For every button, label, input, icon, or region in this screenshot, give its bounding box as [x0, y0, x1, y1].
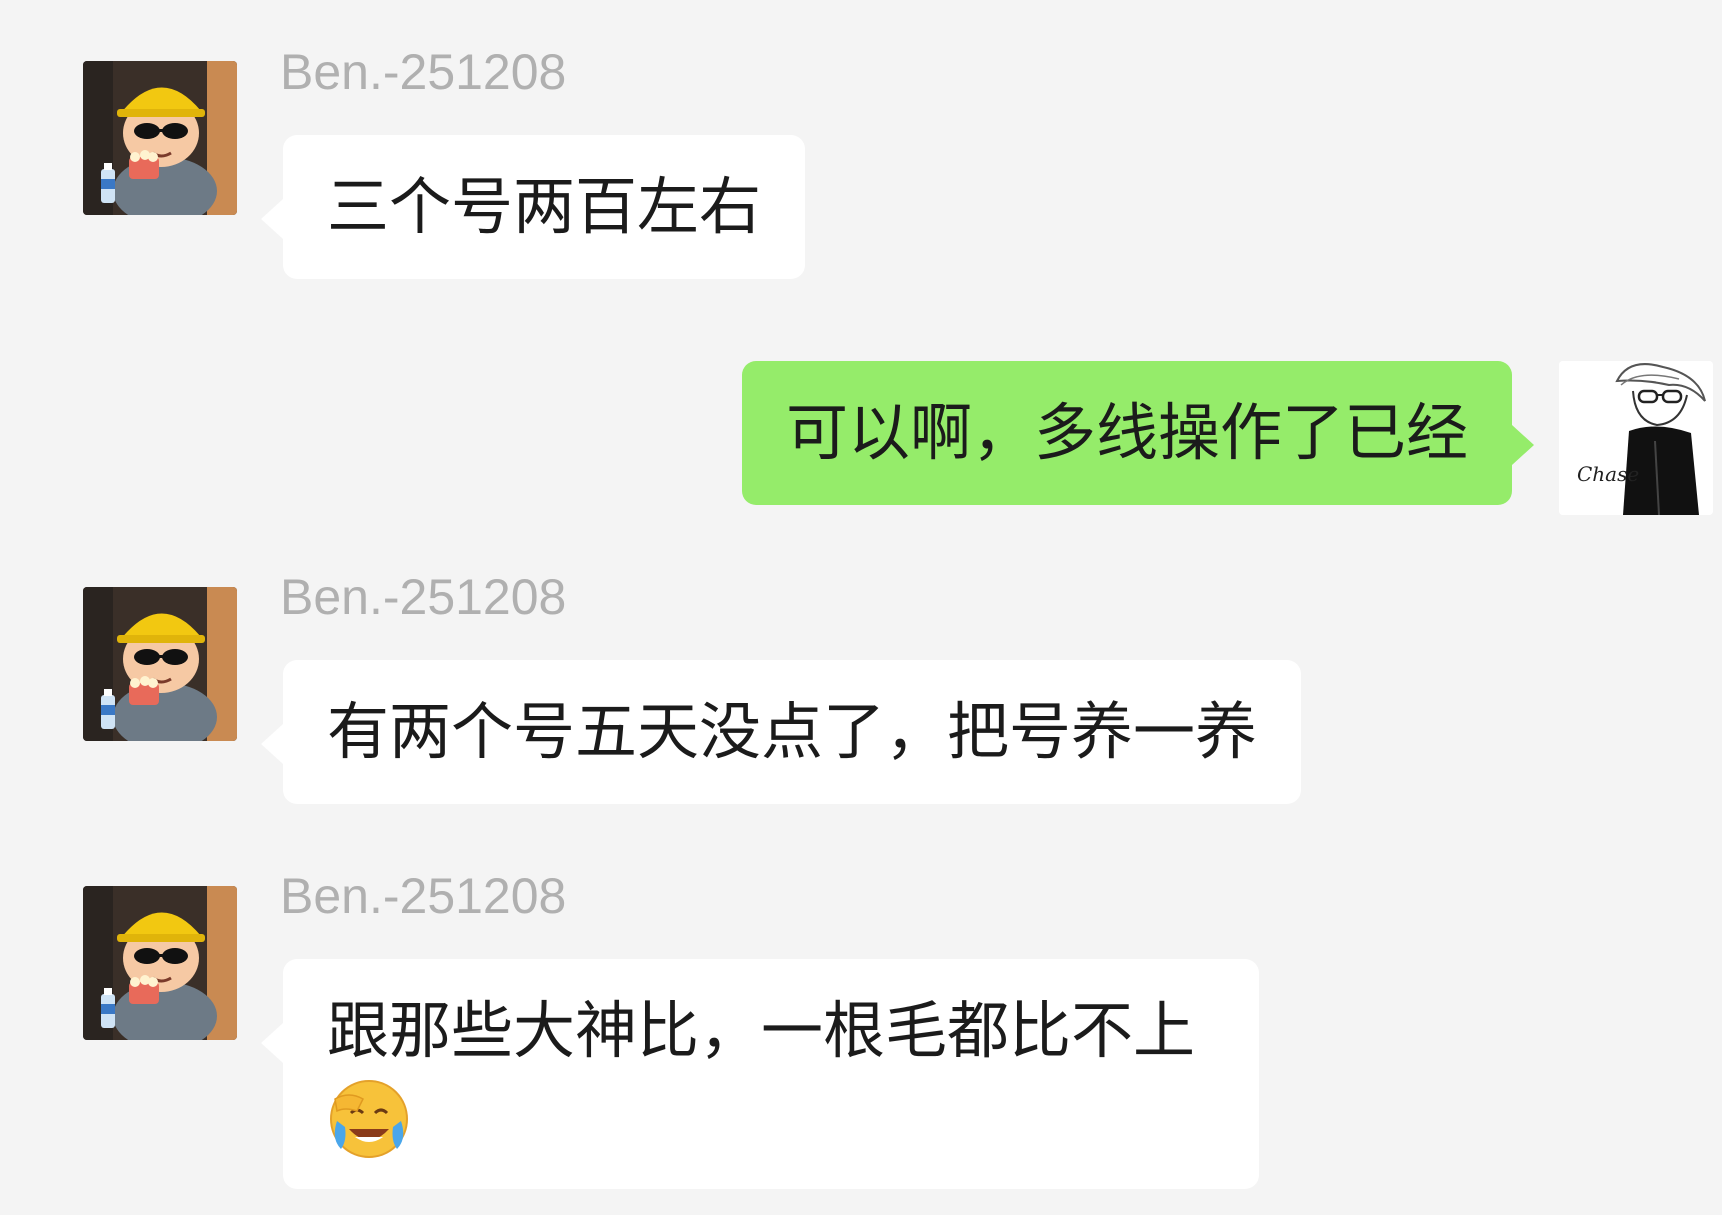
message-text: 跟那些大神比，一根毛都比不上	[327, 994, 1196, 1067]
sender-name: Ben.-251208	[280, 868, 567, 924]
crayon-shin-chan-hardhat-avatar-icon	[83, 886, 237, 1040]
sender-avatar[interactable]	[83, 886, 237, 1040]
message-bubble[interactable]: 跟那些大神比，一根毛都比不上	[261, 959, 1259, 1189]
face-palm-tears-emoji-icon	[330, 1080, 408, 1158]
message-incoming: Ben.-251208 跟那些大神比，一根毛都比不上	[0, 0, 1722, 1215]
